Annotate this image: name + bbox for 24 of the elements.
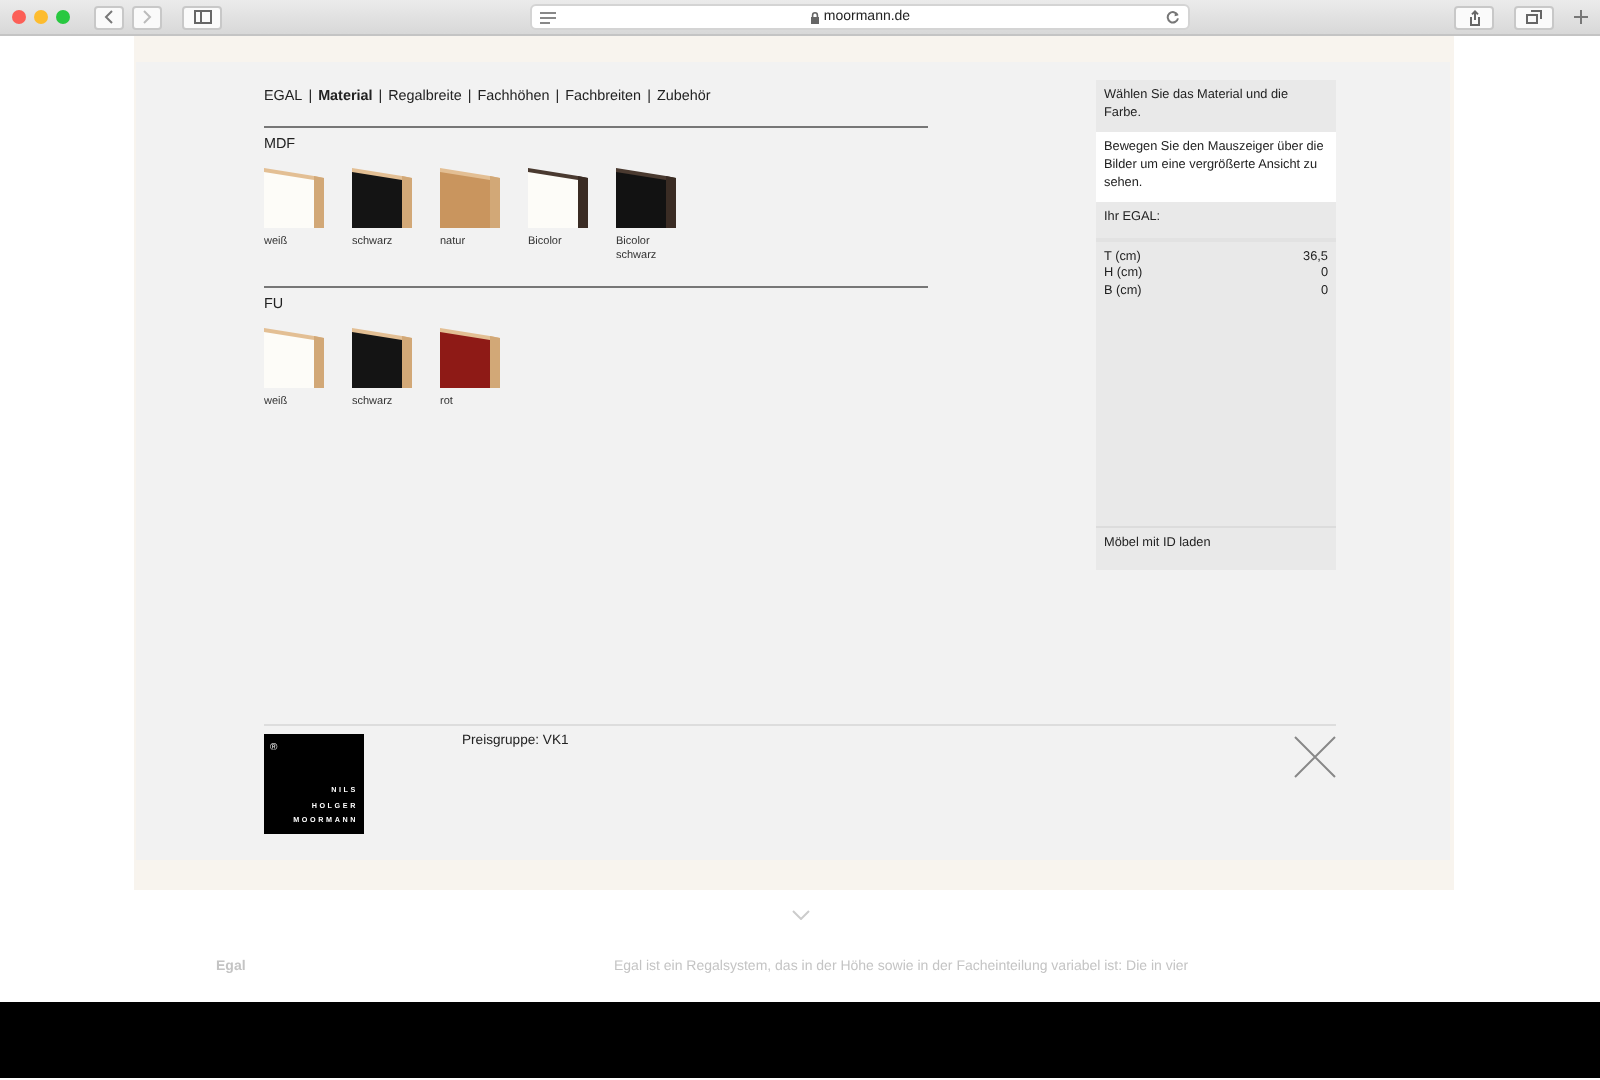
tabs-icon [1526,10,1542,24]
material-swatch[interactable] [352,328,412,389]
material-swatch[interactable] [352,168,412,228]
share-icon [1467,9,1481,25]
close-icon[interactable] [1294,736,1336,778]
share-button[interactable] [1454,5,1494,29]
material-swatch[interactable] [440,168,500,228]
sidebar-button[interactable] [182,5,222,29]
new-tab-icon[interactable] [1574,10,1588,24]
tabs-button[interactable] [1514,5,1554,29]
reload-icon[interactable] [1166,10,1180,24]
zoom-window-button[interactable] [56,10,70,24]
material-swatch[interactable] [528,168,588,228]
material-swatch[interactable] [264,168,324,228]
material-swatch[interactable] [264,328,324,389]
close-window-button[interactable] [12,10,26,24]
chevron-left-icon [104,10,114,24]
lock-icon [809,11,820,23]
back-button[interactable] [94,5,124,29]
reader-icon[interactable] [540,11,556,23]
material-swatch[interactable] [616,168,676,228]
chevron-right-icon [142,10,152,24]
sidebar-icon [193,10,211,24]
material-swatch[interactable] [440,328,500,389]
